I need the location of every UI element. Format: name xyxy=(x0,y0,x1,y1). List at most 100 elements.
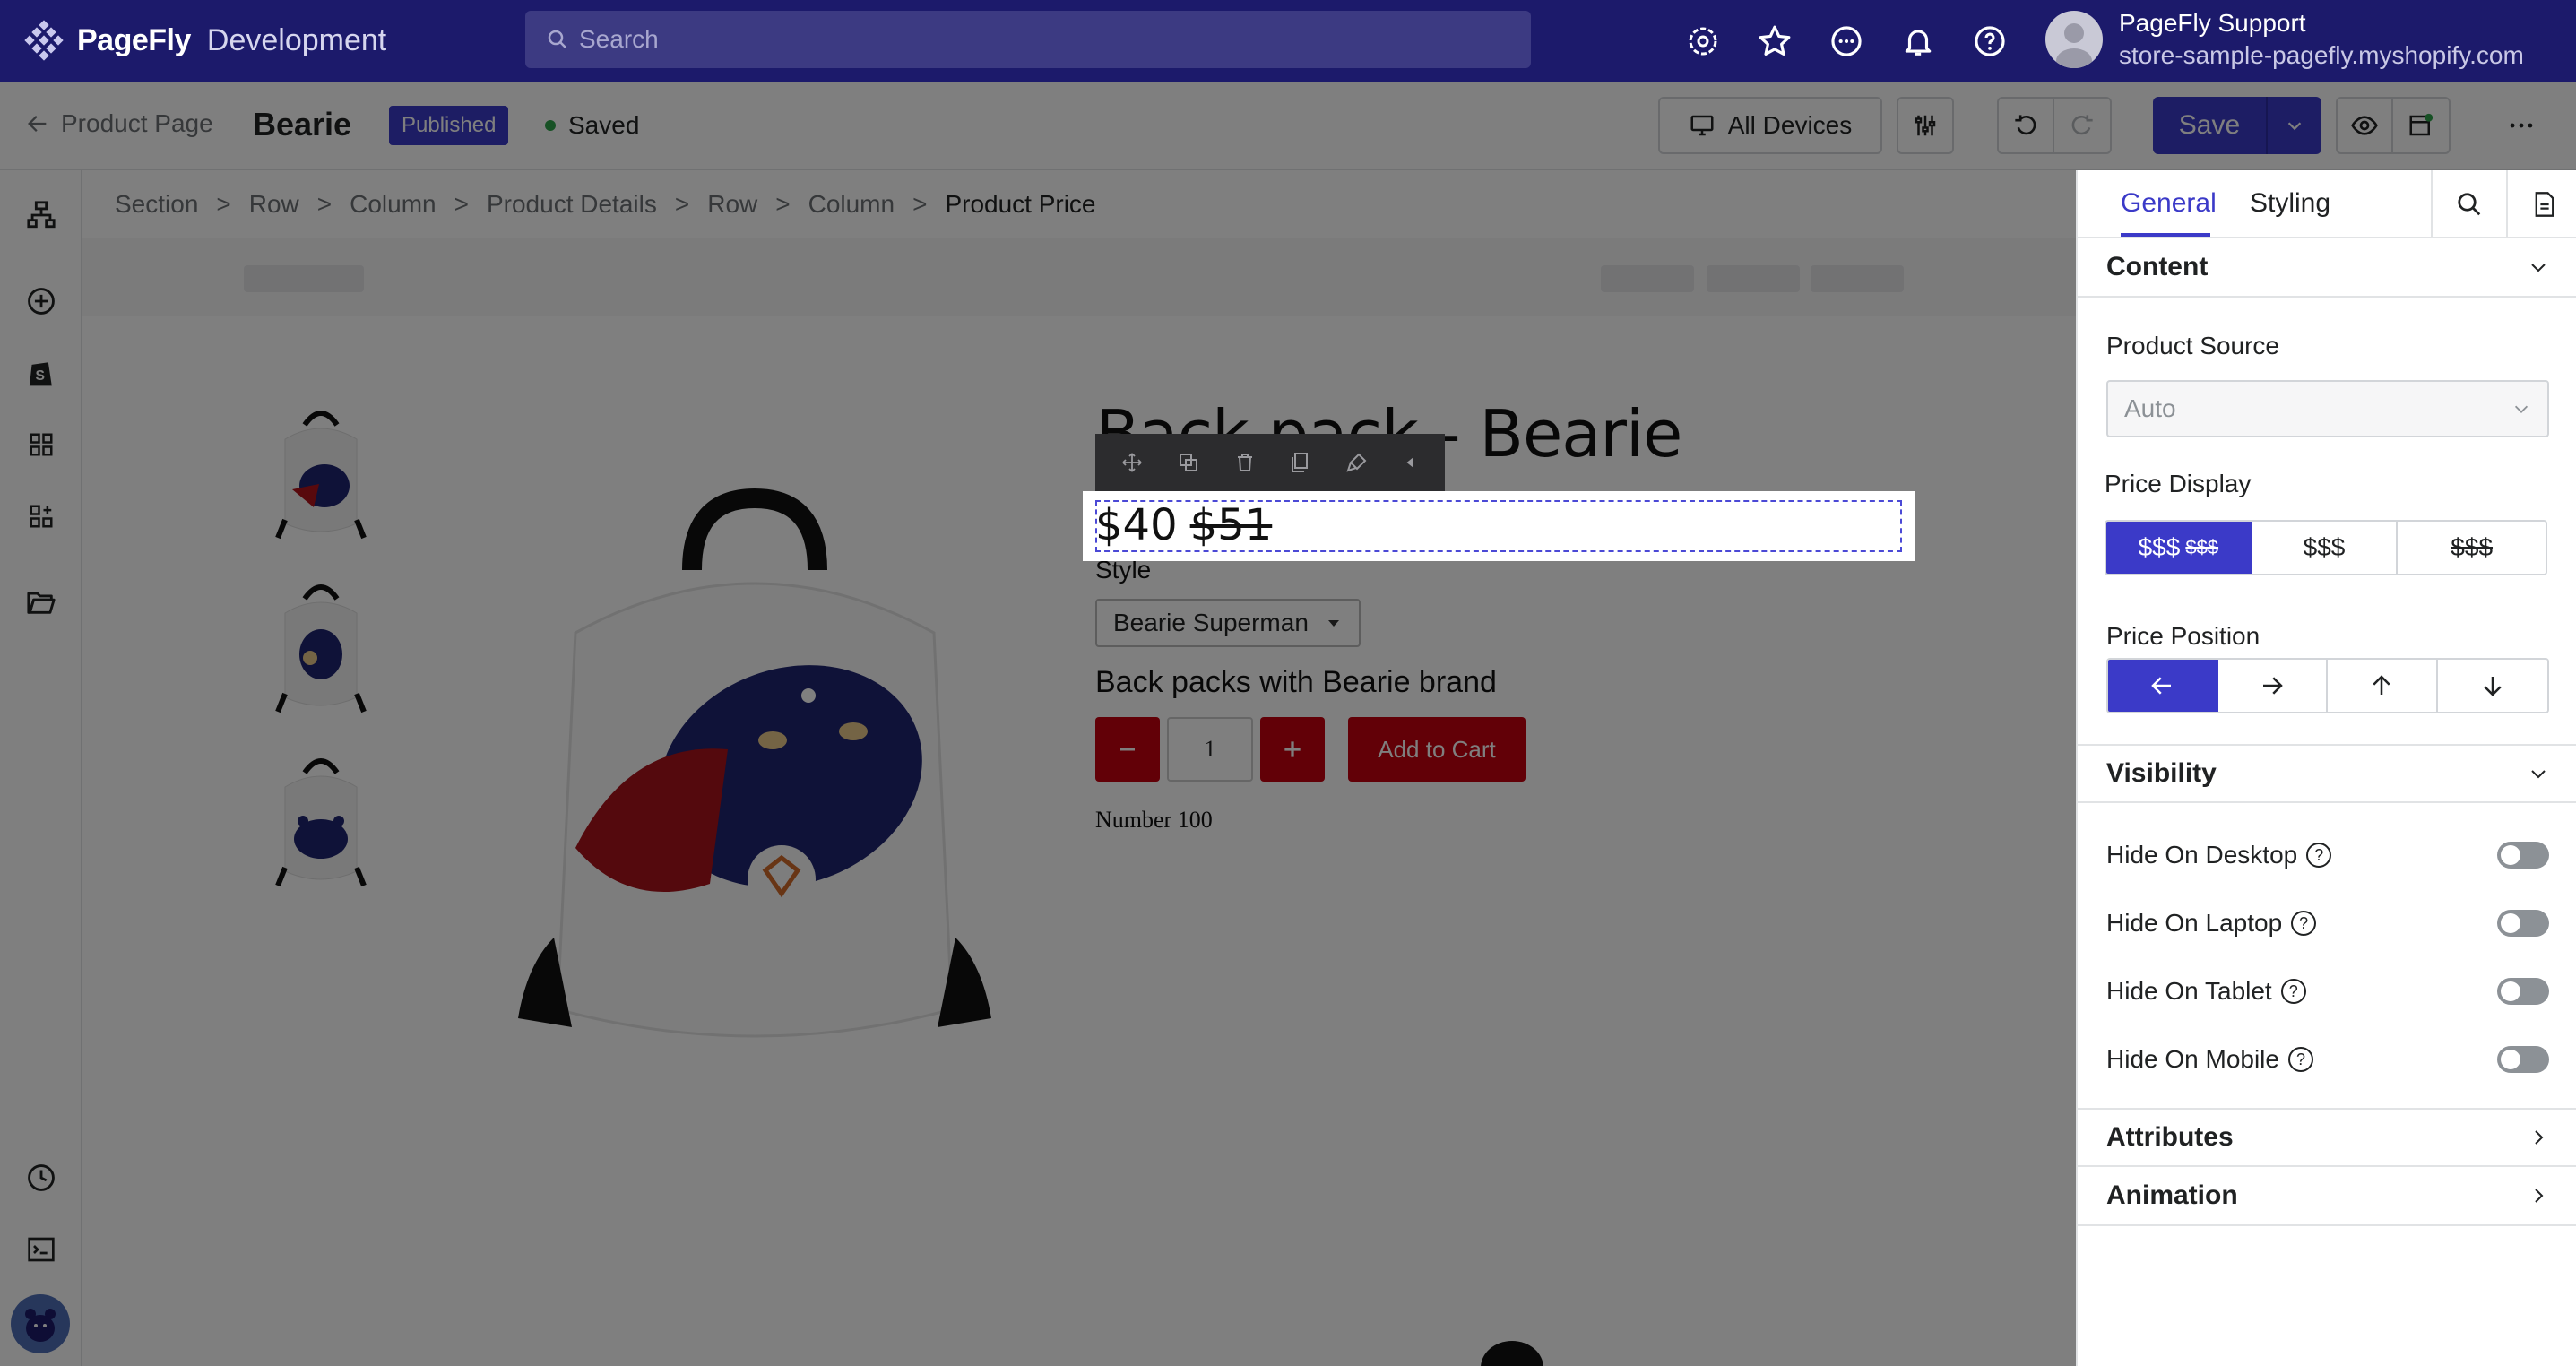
editor-canvas[interactable]: Back pack - Bearie $40 $51 Style Bearie … xyxy=(82,238,2076,1366)
tab-general[interactable]: General xyxy=(2121,188,2217,219)
price-position-left[interactable] xyxy=(2108,660,2218,712)
hide-on-laptop-label: Hide On Laptop xyxy=(2106,909,2283,937)
product-source-value: Auto xyxy=(2124,394,2176,422)
search-icon xyxy=(548,30,566,48)
arrow-left-icon xyxy=(2151,677,2172,695)
help-icon[interactable]: ? xyxy=(2291,911,2317,936)
selected-element-product-price[interactable]: $40 $51 xyxy=(1083,491,1915,561)
hide-on-tablet-toggle[interactable] xyxy=(2497,978,2549,1005)
product-thumbnail[interactable] xyxy=(265,751,376,895)
back-button[interactable]: Product Page xyxy=(25,109,213,138)
history-clock-icon[interactable] xyxy=(22,1158,61,1197)
save-options-button[interactable] xyxy=(2268,116,2321,135)
quantity-input[interactable]: 1 xyxy=(1167,717,1253,782)
save-button[interactable]: Save xyxy=(2153,97,2321,154)
breadcrumb-product-details[interactable]: Product Details xyxy=(483,190,661,219)
breadcrumb-column-2[interactable]: Column xyxy=(805,190,898,219)
product-thumbnail[interactable] xyxy=(265,577,376,721)
price-display-option-price-only[interactable]: $$$ xyxy=(2252,522,2399,574)
code-terminal-icon[interactable] xyxy=(22,1230,61,1269)
publish-button[interactable] xyxy=(2393,99,2449,152)
animation-section-header[interactable]: Animation xyxy=(2078,1167,2576,1226)
breadcrumb-section[interactable]: Section xyxy=(111,190,202,219)
hide-on-laptop-toggle[interactable] xyxy=(2497,910,2549,937)
product-thumbnail[interactable] xyxy=(265,403,376,547)
caret-left-icon[interactable] xyxy=(1403,454,1419,471)
paint-brush-icon[interactable] xyxy=(1346,452,1368,473)
bell-icon[interactable] xyxy=(1898,22,1938,61)
preview-store-header xyxy=(82,238,2076,316)
account-avatar-icon[interactable] xyxy=(11,1294,70,1353)
breadcrumb-column[interactable]: Column xyxy=(346,190,439,219)
tab-styling[interactable]: Styling xyxy=(2250,188,2330,219)
product-main-image[interactable] xyxy=(513,471,997,1063)
apps-integration-icon[interactable] xyxy=(22,497,61,536)
duplicate-icon[interactable] xyxy=(1178,452,1199,473)
search-input[interactable]: Search xyxy=(525,11,1531,68)
quantity-decrease-button[interactable] xyxy=(1095,717,1160,782)
sliders-icon xyxy=(1915,115,1936,136)
delete-icon[interactable] xyxy=(1234,452,1256,473)
product-description[interactable]: Back packs with Bearie brand xyxy=(1095,665,1497,700)
brand-name: PageFly xyxy=(77,22,191,57)
hide-on-tablet-row: Hide On Tablet? xyxy=(2106,973,2549,1009)
caret-down-icon xyxy=(1327,620,1339,627)
price-display-option-with-compare[interactable]: $$$ $$$ xyxy=(2106,522,2252,574)
move-icon[interactable] xyxy=(1121,452,1143,473)
product-source-select[interactable]: Auto xyxy=(2106,380,2549,437)
user-menu[interactable]: PageFly Support store-sample-pagefly.mys… xyxy=(2045,9,2524,70)
breadcrumb-row[interactable]: Row xyxy=(246,190,303,219)
page-settings-button[interactable] xyxy=(1897,97,1954,154)
more-options-button[interactable] xyxy=(2490,97,2553,154)
price-position-right[interactable] xyxy=(2217,660,2328,712)
chevron-down-icon xyxy=(2531,264,2546,272)
chevron-right-icon: > xyxy=(216,190,231,218)
settings-gear-icon[interactable] xyxy=(1683,22,1723,61)
folder-open-icon[interactable] xyxy=(22,583,61,622)
avatar xyxy=(2045,11,2103,68)
quantity-increase-button[interactable] xyxy=(1260,717,1325,782)
sections-grid-icon[interactable] xyxy=(22,425,61,464)
breadcrumb-row-2[interactable]: Row xyxy=(704,190,761,219)
undo-button[interactable] xyxy=(1999,99,2054,152)
hide-on-desktop-toggle[interactable] xyxy=(2497,842,2549,869)
add-to-cart-button[interactable]: Add to Cart xyxy=(1348,717,1526,782)
panel-docs-button[interactable] xyxy=(2506,170,2576,238)
preview-button[interactable] xyxy=(2338,99,2393,152)
help-icon[interactable]: ? xyxy=(2306,843,2332,868)
shopify-bag-icon[interactable]: S xyxy=(22,353,61,393)
panel-search-button[interactable] xyxy=(2431,170,2506,238)
device-selector-button[interactable]: All Devices xyxy=(1658,97,1882,154)
breadcrumb-product-price[interactable]: Product Price xyxy=(941,190,1099,219)
variant-value: Bearie Superman xyxy=(1113,609,1309,636)
price-position-top[interactable] xyxy=(2328,660,2438,712)
page-title[interactable]: Bearie xyxy=(253,106,351,143)
redo-button[interactable] xyxy=(2054,99,2110,152)
help-icon[interactable]: ? xyxy=(2287,1047,2313,1072)
price-display-field: Price Display $$$ $$$ $$$ $$$ xyxy=(2090,446,2563,588)
plus-icon xyxy=(1284,741,1301,757)
price-display-option-compare-only[interactable]: $$$ xyxy=(2398,522,2546,574)
app-logo[interactable]: PageFly Development xyxy=(23,20,386,61)
star-icon[interactable] xyxy=(1755,22,1794,61)
header-placeholder xyxy=(1601,265,1694,292)
content-section-header[interactable]: Content xyxy=(2078,238,2576,298)
help-icon[interactable] xyxy=(1970,22,2010,61)
add-element-icon[interactable] xyxy=(22,281,61,321)
chevron-down-icon xyxy=(2287,122,2302,131)
hide-on-mobile-toggle[interactable] xyxy=(2497,1046,2549,1073)
help-icon[interactable]: ? xyxy=(2280,979,2306,1004)
search-placeholder: Search xyxy=(579,25,659,53)
product-number-text[interactable]: Number 100 xyxy=(1095,807,1213,834)
chat-icon[interactable] xyxy=(1827,22,1866,61)
brand-subtitle: Development xyxy=(206,22,387,57)
chevron-right-icon: > xyxy=(912,190,928,218)
breadcrumb: Section > Row > Column > Product Details… xyxy=(82,170,2076,238)
redo-icon xyxy=(2071,115,2093,135)
visibility-section-header[interactable]: Visibility xyxy=(2078,744,2576,803)
copy-icon[interactable] xyxy=(1290,452,1311,473)
variant-select[interactable]: Bearie Superman xyxy=(1095,599,1361,647)
price-position-bottom[interactable] xyxy=(2437,660,2547,712)
attributes-section-header[interactable]: Attributes xyxy=(2078,1108,2576,1167)
layers-tree-icon[interactable] xyxy=(22,195,61,235)
